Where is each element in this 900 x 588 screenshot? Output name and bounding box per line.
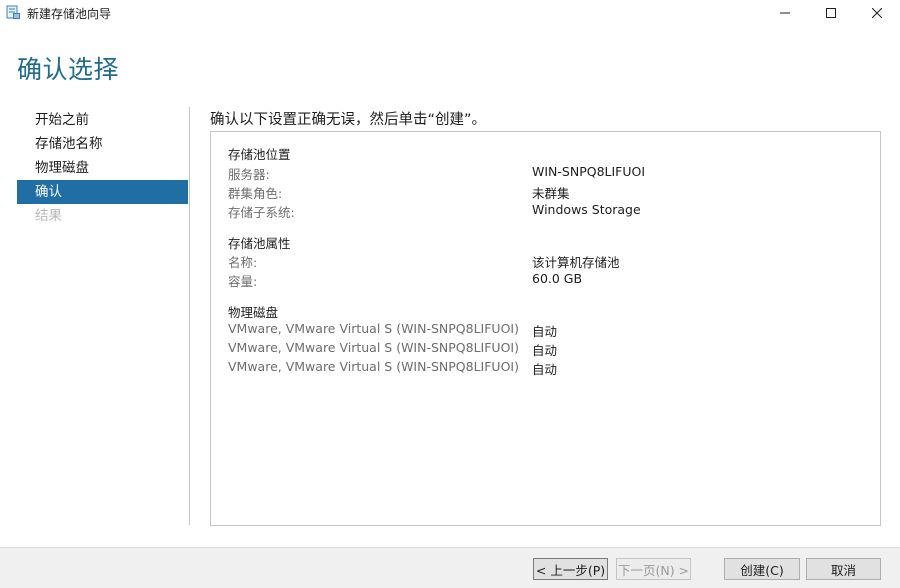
- storage-pool-wizard-icon: [6, 5, 20, 19]
- nav-item-physical-disks[interactable]: 物理磁盘: [17, 156, 188, 180]
- disk-allocation: 自动: [532, 343, 558, 358]
- maximize-button[interactable]: [808, 0, 854, 26]
- close-icon: [872, 8, 882, 18]
- title-bar: 新建存储池向导: [0, 0, 900, 26]
- disk-name: VMware, VMware Virtual S (WIN-SNPQ8LIFUO…: [228, 321, 519, 336]
- disk-name: VMware, VMware Virtual S (WIN-SNPQ8LIFUO…: [228, 340, 519, 355]
- instruction-text: 确认以下设置正确无误，然后单击“创建”。: [210, 112, 487, 128]
- close-button[interactable]: [854, 0, 900, 26]
- server-label: 服务器:: [228, 167, 270, 182]
- nav-item-before-you-begin[interactable]: 开始之前: [17, 108, 188, 132]
- disk-name: VMware, VMware Virtual S (WIN-SNPQ8LIFUO…: [228, 359, 519, 374]
- wizard-footer: < 上一步(P) 下一页(N) > 创建(C) 取消: [0, 547, 900, 588]
- capacity-value: 60.0 GB: [532, 271, 583, 286]
- cancel-button[interactable]: 取消: [806, 558, 881, 580]
- maximize-icon: [826, 8, 836, 18]
- pool-name-label: 名称:: [228, 255, 258, 270]
- cluster-role-value: 未群集: [532, 186, 570, 201]
- section-title-properties: 存储池属性: [228, 236, 291, 251]
- previous-button[interactable]: < 上一步(P): [533, 558, 608, 580]
- pool-name-value: 该计算机存储池: [532, 255, 620, 270]
- section-title-location: 存储池位置: [228, 147, 291, 162]
- confirmation-summary: 存储池位置 服务器: WIN-SNPQ8LIFUOI 群集角色: 未群集 存储子…: [210, 131, 881, 526]
- page-title: 确认选择: [17, 55, 120, 84]
- disk-allocation: 自动: [532, 362, 558, 377]
- disk-allocation: 自动: [532, 324, 558, 339]
- nav-divider: [189, 107, 190, 525]
- create-button[interactable]: 创建(C): [724, 558, 800, 580]
- minimize-icon: [780, 12, 790, 14]
- section-title-physical-disks: 物理磁盘: [228, 305, 279, 320]
- window-title: 新建存储池向导: [27, 7, 112, 21]
- capacity-label: 容量:: [228, 274, 258, 289]
- storage-subsystem-value: Windows Storage: [532, 202, 641, 217]
- nav-item-pool-name[interactable]: 存储池名称: [17, 132, 188, 156]
- cluster-role-label: 群集角色:: [228, 186, 283, 201]
- server-value: WIN-SNPQ8LIFUOI: [532, 164, 646, 179]
- next-button: 下一页(N) >: [616, 558, 691, 580]
- wizard-steps-nav: 开始之前 存储池名称 物理磁盘 确认 结果: [17, 108, 188, 228]
- nav-item-results: 结果: [35, 208, 62, 224]
- minimize-button[interactable]: [762, 0, 808, 26]
- storage-subsystem-label: 存储子系统:: [228, 205, 295, 220]
- nav-item-confirmation[interactable]: 确认: [17, 180, 188, 204]
